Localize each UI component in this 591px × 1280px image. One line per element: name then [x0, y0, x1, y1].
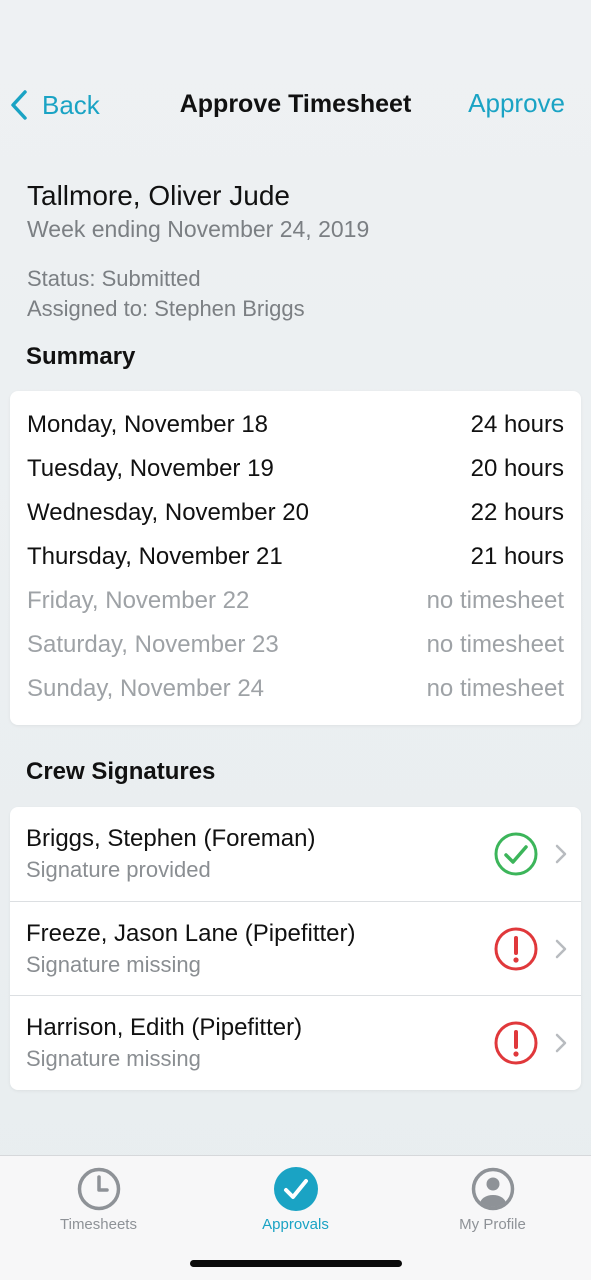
summary-heading: Summary	[26, 343, 136, 370]
employee-header: Tallmore, Oliver Jude Week ending Novemb…	[27, 178, 369, 324]
day-label: Thursday, November 21	[27, 543, 283, 570]
tab-my-profile[interactable]: My Profile	[394, 1166, 591, 1233]
chevron-right-icon	[555, 844, 567, 864]
clock-icon	[77, 1167, 120, 1211]
tab-approvals[interactable]: Approvals	[197, 1166, 394, 1233]
day-row: Friday, November 22 no timesheet	[10, 579, 581, 623]
day-hours: 24 hours	[470, 411, 564, 438]
tab-label: My Profile	[459, 1216, 526, 1233]
day-row: Monday, November 18 24 hours	[10, 403, 581, 447]
alert-circle-icon	[494, 1021, 538, 1065]
week-ending: Week ending November 24, 2019	[27, 216, 370, 242]
day-label: Sunday, November 24	[27, 675, 265, 702]
chevron-right-icon	[555, 1033, 567, 1053]
user-icon	[471, 1167, 514, 1211]
day-hours: 21 hours	[470, 543, 564, 570]
tab-label: Timesheets	[60, 1216, 137, 1233]
day-label: Friday, November 22	[27, 587, 250, 614]
signature-row[interactable]: Freeze, Jason Lane (Pipefitter) Signatur…	[10, 901, 581, 995]
home-indicator	[190, 1260, 402, 1267]
day-row: Wednesday, November 20 22 hours	[10, 491, 581, 535]
day-row: Sunday, November 24 no timesheet	[10, 667, 581, 711]
day-row: Saturday, November 23 no timesheet	[10, 623, 581, 667]
timesheet-status: Status: Submitted	[27, 266, 201, 291]
chevron-right-icon	[555, 939, 567, 959]
signatures-card: Briggs, Stephen (Foreman) Signature prov…	[10, 807, 581, 1090]
crew-signatures-heading: Crew Signatures	[26, 758, 216, 785]
signature-row[interactable]: Harrison, Edith (Pipefitter) Signature m…	[10, 995, 581, 1089]
day-hours: no timesheet	[426, 631, 564, 658]
check-icon	[273, 1167, 318, 1211]
day-hours: 22 hours	[470, 499, 564, 526]
approve-button[interactable]: Approve	[468, 88, 565, 119]
assigned-to: Assigned to: Stephen Briggs	[27, 296, 305, 321]
day-label: Wednesday, November 20	[27, 499, 309, 526]
tab-label: Approvals	[262, 1216, 329, 1233]
day-hours: 20 hours	[470, 455, 564, 482]
employee-name: Tallmore, Oliver Jude	[27, 180, 290, 211]
day-label: Monday, November 18	[27, 411, 269, 438]
day-label: Tuesday, November 19	[27, 455, 274, 482]
day-label: Saturday, November 23	[27, 631, 279, 658]
navigation-bar: Back Approve Timesheet Approve	[0, 70, 591, 140]
day-row: Tuesday, November 19 20 hours	[10, 447, 581, 491]
summary-card: Monday, November 18 24 hours Tuesday, No…	[10, 391, 581, 725]
day-hours: no timesheet	[426, 675, 564, 702]
day-row: Thursday, November 21 21 hours	[10, 535, 581, 579]
signature-row[interactable]: Briggs, Stephen (Foreman) Signature prov…	[10, 807, 581, 901]
alert-circle-icon	[494, 927, 538, 971]
day-hours: no timesheet	[426, 587, 564, 614]
tab-timesheets[interactable]: Timesheets	[0, 1166, 197, 1233]
check-circle-icon	[494, 832, 538, 876]
